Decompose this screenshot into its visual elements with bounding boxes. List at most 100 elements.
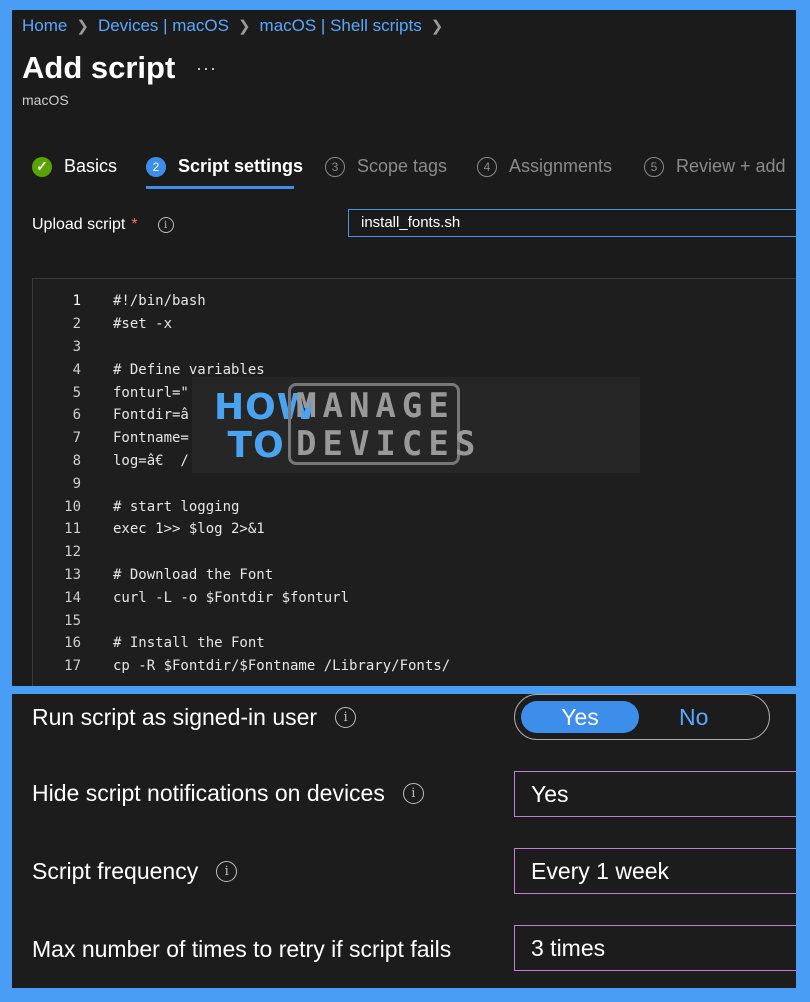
line-number: 10 <box>64 498 81 515</box>
toggle-no-option[interactable]: No <box>679 701 708 733</box>
chevron-right-icon: ❯ <box>237 18 251 35</box>
required-marker: * <box>131 216 138 233</box>
line-number: 3 <box>72 338 81 355</box>
code-line: 14 curl -L -o $Fontdir $fonturl <box>33 586 349 609</box>
line-number: 6 <box>72 407 81 424</box>
code-line: 4 # Define variables <box>33 358 265 381</box>
line-number: 17 <box>64 658 81 675</box>
code-line: 2 #set -x <box>33 313 172 336</box>
line-number: 7 <box>72 430 81 447</box>
step-number: 3 <box>325 156 345 177</box>
script-options-panel: Run script as signed-in user i Yes No Hi… <box>12 694 796 988</box>
active-tab-indicator <box>146 186 294 189</box>
chevron-right-icon: ❯ <box>76 18 89 35</box>
script-settings-panel: Home ❯ Devices | macOS ❯ macOS | Shell s… <box>12 10 796 686</box>
script-code-editor[interactable]: 1 #!/bin/bash 2 #set -x 3 4 # Define variables… <box>32 278 796 686</box>
logo-to: TO <box>227 425 285 466</box>
hide-notifications-row: Hide script notifications on devices i <box>32 780 424 807</box>
code-text: fonturl=" <box>113 384 189 401</box>
run-as-user-row: Run script as signed-in user i <box>32 704 357 731</box>
line-number: 15 <box>64 612 81 629</box>
line-number: 12 <box>64 544 81 561</box>
code-line: 6 Fontdir=â <box>33 404 189 427</box>
step-label: Scope tags <box>357 156 448 176</box>
line-number: 5 <box>72 384 81 401</box>
hide-notifications-select[interactable]: Yes <box>514 771 796 817</box>
info-icon[interactable]: i <box>157 217 174 233</box>
tab-assignments[interactable]: 4 Assignments <box>477 156 612 177</box>
code-text: #!/bin/bash <box>113 293 206 310</box>
line-number: 1 <box>72 293 81 310</box>
code-line: 9 <box>33 472 81 495</box>
breadcrumb-devices-macos[interactable]: Devices | macOS <box>98 16 229 36</box>
line-number: 16 <box>64 635 81 652</box>
step-number: 2 <box>146 156 166 177</box>
step-number: 4 <box>477 156 497 177</box>
step-number: 5 <box>644 156 664 177</box>
code-text: exec 1>> $log 2>&1 <box>113 521 265 538</box>
retry-select[interactable]: 3 times <box>514 925 796 971</box>
more-options-button[interactable]: ··· <box>196 58 217 79</box>
code-line: 11 exec 1>> $log 2>&1 <box>33 518 265 541</box>
code-line: 3 <box>33 336 81 359</box>
info-icon[interactable]: i <box>335 707 357 728</box>
tab-scope-tags[interactable]: 3 Scope tags <box>325 156 447 177</box>
logo-manage: MANAGE <box>296 386 455 426</box>
code-line: 15 <box>33 609 81 632</box>
line-number: 13 <box>64 566 81 583</box>
step-label: Review + add <box>676 156 786 176</box>
code-line: 13 # Download the Font <box>33 564 273 587</box>
tab-review-add[interactable]: 5 Review + add <box>644 156 786 177</box>
run-as-user-label: Run script as signed-in user <box>32 704 318 730</box>
upload-script-label: Upload script * i <box>32 216 174 234</box>
breadcrumb: Home ❯ Devices | macOS ❯ macOS | Shell s… <box>22 16 443 36</box>
code-line: 17 cp -R $Fontdir/$Fontname /Library/Font… <box>33 655 450 678</box>
retry-label: Max number of times to retry if script f… <box>32 936 452 962</box>
info-icon[interactable]: i <box>216 861 238 882</box>
line-number: 9 <box>72 475 81 492</box>
code-line: 1 #!/bin/bash <box>33 290 206 313</box>
code-line: 7 Fontname= <box>33 427 189 450</box>
retry-row: Max number of times to retry if script f… <box>32 932 492 966</box>
logo-devices: DEVICES <box>296 424 482 464</box>
code-text: # Install the Font <box>113 635 265 652</box>
checkmark-icon: ✓ <box>32 156 52 177</box>
frequency-select[interactable]: Every 1 week <box>514 848 796 894</box>
code-text: log=â€ / <box>113 452 189 469</box>
code-text: Fontdir=â <box>113 407 189 424</box>
page-title: Add script <box>22 50 176 85</box>
step-label: Script settings <box>178 156 304 176</box>
info-icon[interactable]: i <box>402 783 424 804</box>
line-number: 8 <box>72 452 81 469</box>
code-text: #set -x <box>113 316 173 333</box>
tab-basics[interactable]: ✓ Basics <box>32 156 117 177</box>
line-number: 11 <box>64 521 81 538</box>
upload-label-text: Upload script <box>32 216 126 233</box>
hide-notifications-label: Hide script notifications on devices <box>32 780 385 806</box>
upload-script-field[interactable]: install_fonts.sh <box>348 209 796 237</box>
code-text: # Download the Font <box>113 566 274 583</box>
chevron-right-icon: ❯ <box>430 18 444 35</box>
breadcrumb-shell-scripts[interactable]: macOS | Shell scripts <box>260 16 422 36</box>
tab-script-settings[interactable]: 2 Script settings <box>146 156 303 177</box>
code-text: cp -R $Fontdir/$Fontname /Library/Fonts/ <box>113 658 451 675</box>
run-as-user-toggle[interactable]: Yes No <box>514 694 770 740</box>
code-line: 16 # Install the Font <box>33 632 265 655</box>
line-number: 4 <box>72 361 81 378</box>
code-text: curl -L -o $Fontdir $fonturl <box>113 589 350 606</box>
code-line: 12 <box>33 541 81 564</box>
code-text: # start logging <box>113 498 240 515</box>
code-text: # Define variables <box>113 361 265 378</box>
code-line: 10 # start logging <box>33 495 239 518</box>
code-line: 5 fonturl=" <box>33 381 189 404</box>
toggle-yes-option[interactable]: Yes <box>521 701 639 733</box>
step-label: Basics <box>64 156 118 176</box>
code-text: Fontname= <box>113 430 189 447</box>
step-label: Assignments <box>509 156 613 176</box>
code-line: 8 log=â€ / <box>33 450 189 473</box>
line-number: 14 <box>64 589 81 606</box>
frequency-label: Script frequency <box>32 858 199 884</box>
line-number: 2 <box>72 316 81 333</box>
watermark-logo: HOW TO MANAGE DEVICES <box>192 377 640 473</box>
breadcrumb-home[interactable]: Home <box>22 16 67 36</box>
